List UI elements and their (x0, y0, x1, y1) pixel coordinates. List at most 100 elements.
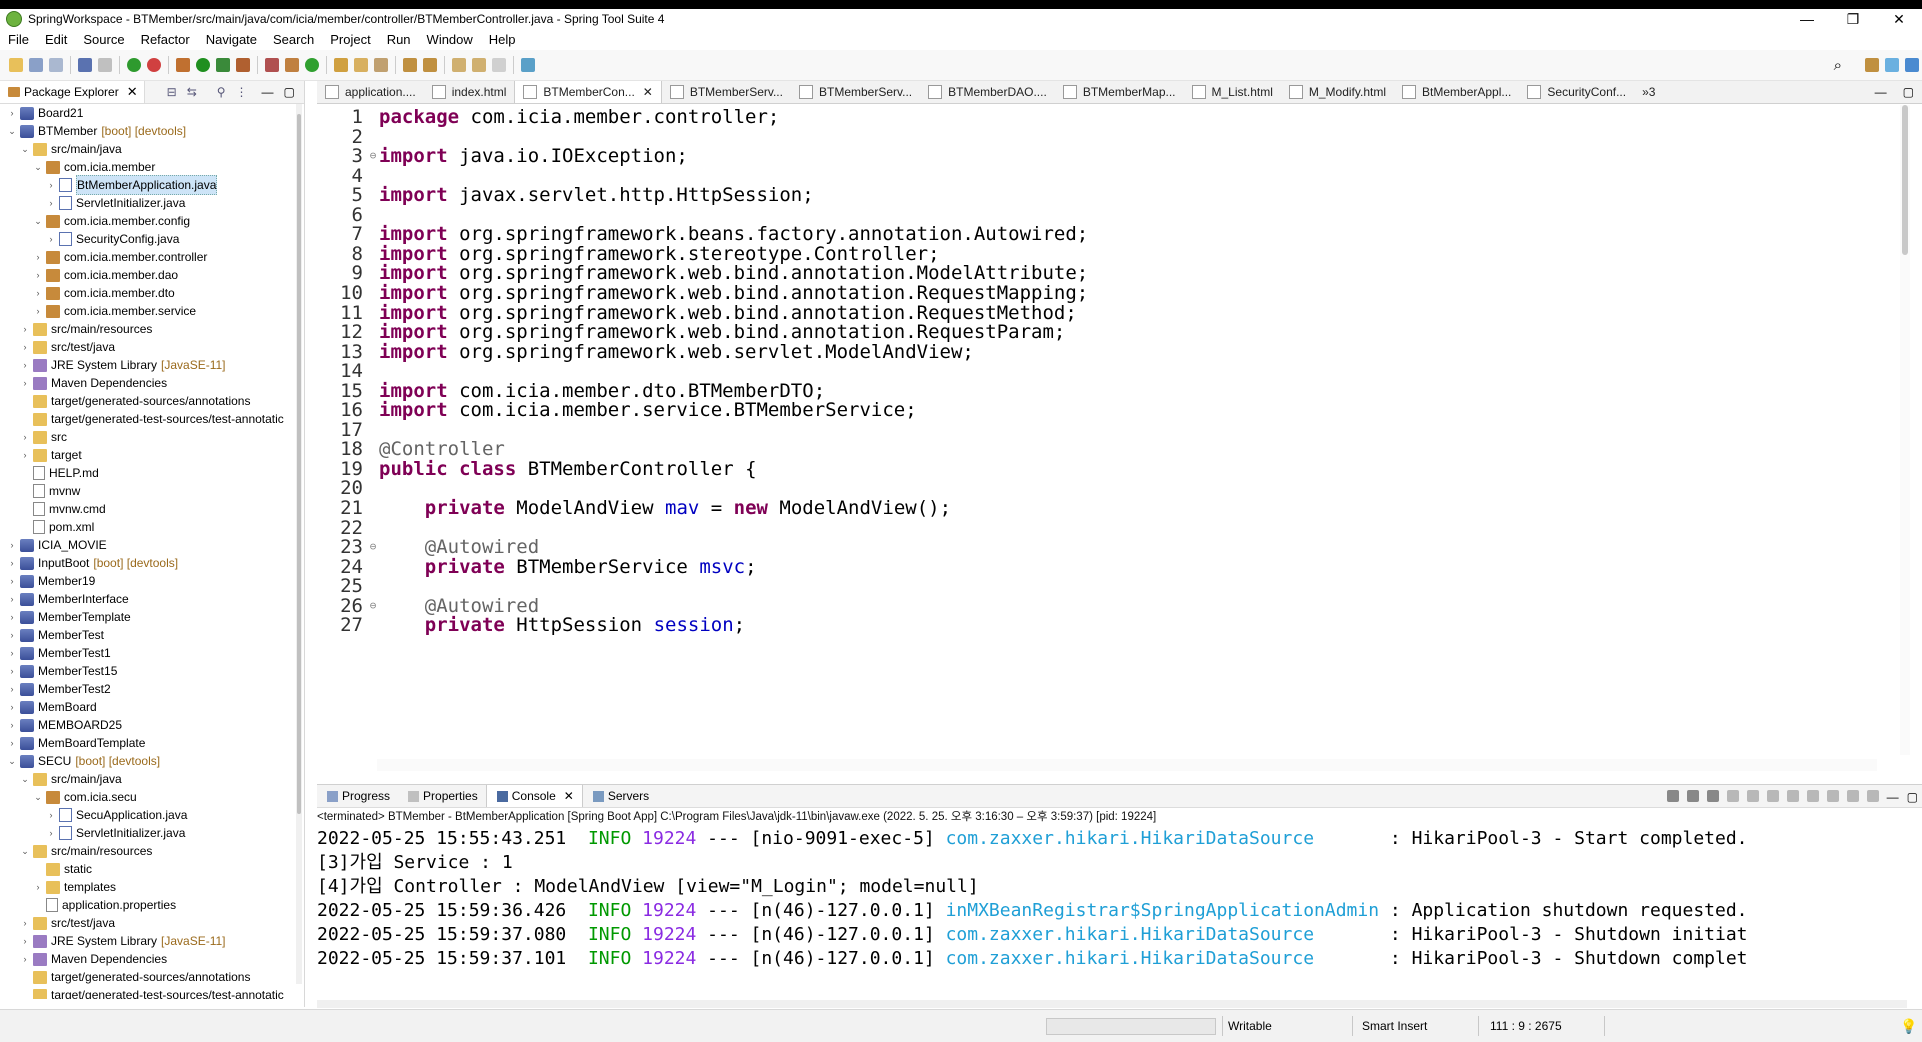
close-button[interactable]: ✕ (1876, 9, 1922, 29)
boot-dashboard-icon[interactable] (127, 58, 141, 72)
chevron-right-icon[interactable]: › (6, 608, 18, 626)
chevron-right-icon[interactable]: › (32, 284, 44, 302)
menu-project[interactable]: Project (322, 32, 378, 47)
chevron-right-icon[interactable]: › (6, 644, 18, 662)
back-icon[interactable] (472, 58, 486, 72)
tree-item[interactable]: › ServletInitializer.java (45, 824, 185, 842)
console-output[interactable]: 2022-05-25 15:55:43.251 INFO 19224 --- [… (317, 827, 1907, 977)
chevron-down-icon[interactable]: ⌄ (19, 140, 31, 158)
new-project-icon[interactable] (265, 58, 279, 72)
package-explorer-tab[interactable]: Package Explorer ✕ (0, 81, 145, 103)
close-icon[interactable]: ✕ (564, 789, 574, 803)
coverage-icon[interactable] (216, 58, 230, 72)
maximize-view-icon[interactable]: ▢ (1907, 790, 1918, 804)
chevron-right-icon[interactable]: › (19, 932, 31, 950)
editor-tab[interactable]: BtMemberAppl... (1394, 81, 1519, 103)
tree-item[interactable]: › Maven Dependencies (19, 374, 168, 392)
chevron-right-icon[interactable]: › (45, 194, 57, 212)
pin-console-icon[interactable] (1786, 790, 1799, 802)
link-with-editor-icon[interactable]: ⇆ (187, 85, 197, 99)
chevron-right-icon[interactable]: › (19, 338, 31, 356)
chevron-right-icon[interactable]: › (19, 320, 31, 338)
chevron-down-icon[interactable]: ⌄ (19, 842, 31, 860)
tree-item[interactable]: ⌄ BTMember [boot] [devtools] (6, 122, 186, 140)
chevron-right-icon[interactable]: › (45, 230, 57, 248)
tree-item[interactable]: › MemberTest2 (6, 680, 111, 698)
open-type-icon[interactable] (285, 58, 299, 72)
chevron-right-icon[interactable]: › (19, 428, 31, 446)
tree-item[interactable]: › com.icia.member.dao (32, 266, 179, 284)
tree-item[interactable]: › ServletInitializer.java (45, 194, 185, 212)
new-class-icon[interactable] (305, 58, 319, 72)
view-menu-icon[interactable]: ⋮ (236, 85, 248, 99)
chevron-right-icon[interactable]: › (6, 662, 18, 680)
external-tools-icon[interactable] (236, 58, 250, 72)
stop-icon[interactable] (147, 58, 161, 72)
open-perspective-icon[interactable] (1865, 58, 1879, 72)
tree-item[interactable]: › MemBoardTemplate (6, 734, 146, 752)
tree-item[interactable]: ⌄ com.icia.member.config (32, 212, 190, 230)
scroll-lock-icon[interactable] (1746, 790, 1759, 802)
chevron-right-icon[interactable]: › (32, 266, 44, 284)
editor-horizontal-scrollbar[interactable] (377, 759, 1877, 771)
chevron-down-icon[interactable]: ⌄ (6, 752, 18, 770)
tree-item[interactable]: › SecurityConfig.java (45, 230, 179, 248)
tree-item[interactable]: › JRE System Library [JavaSE-11] (19, 932, 226, 950)
maximize-button[interactable]: ❐ (1830, 9, 1876, 29)
menu-help[interactable]: Help (481, 32, 524, 47)
close-icon[interactable]: ✕ (127, 84, 138, 100)
tree-item[interactable]: ⌄ com.icia.secu (32, 788, 136, 806)
tree-item[interactable]: › templates (32, 878, 117, 896)
menu-search[interactable]: Search (265, 32, 322, 47)
tab-properties[interactable]: Properties (398, 785, 486, 807)
tree-item[interactable]: › ICIA_MOVIE (6, 536, 107, 554)
terminal-icon[interactable] (78, 58, 92, 72)
editor-tab[interactable]: application.... (317, 81, 424, 103)
menu-source[interactable]: Source (75, 32, 132, 47)
chevron-right-icon[interactable]: › (19, 914, 31, 932)
tree-item[interactable]: › JRE System Library [JavaSE-11] (19, 356, 226, 374)
editor-tab[interactable]: BTMemberServ... (662, 81, 791, 103)
chevron-right-icon[interactable]: › (19, 950, 31, 968)
tab-overflow-button[interactable]: »3 (1634, 81, 1663, 103)
console-horizontal-scrollbar[interactable] (317, 1000, 1907, 1008)
chevron-right-icon[interactable]: › (45, 176, 57, 194)
tree-item[interactable]: › SecuApplication.java (45, 806, 187, 824)
package-tree-scrollbar[interactable] (296, 104, 302, 984)
scrollbar-thumb[interactable] (297, 114, 301, 814)
tree-item[interactable]: › BtMemberApplication.java (45, 175, 218, 195)
tree-item[interactable]: › com.icia.member.service (32, 302, 197, 320)
tree-item[interactable]: static (32, 860, 92, 878)
tree-item[interactable]: › MemberInterface (6, 590, 129, 608)
menu-window[interactable]: Window (419, 32, 481, 47)
menu-edit[interactable]: Edit (37, 32, 75, 47)
chevron-right-icon[interactable]: › (6, 554, 18, 572)
console-segment[interactable]: inMXBeanRegistrar$SpringApplicationAdmin (946, 900, 1379, 921)
tree-item[interactable]: › src/main/resources (19, 320, 153, 338)
terminate-icon[interactable] (1666, 790, 1679, 802)
tree-item[interactable]: › MEMBOARD25 (6, 716, 123, 734)
tree-item[interactable]: › com.icia.member.dto (32, 284, 175, 302)
chevron-down-icon[interactable]: ⌄ (32, 788, 44, 806)
editor-tab[interactable]: index.html (424, 81, 515, 103)
tree-item[interactable]: › MemberTemplate (6, 608, 131, 626)
code-area[interactable]: 1 package com.icia.member.controller; 2 3 ⊖ i… (317, 105, 1897, 755)
editor-tab[interactable]: BTMemberMap... (1055, 81, 1184, 103)
open-folder-icon[interactable] (334, 58, 348, 72)
tree-item[interactable]: › src (19, 428, 68, 446)
collapse-all-icon[interactable]: ⊟ (167, 85, 177, 99)
skip-breakpoints-icon[interactable] (98, 58, 112, 72)
editor-tab[interactable]: BTMemberDAO.... (920, 81, 1055, 103)
minimize-view-icon[interactable]: — (1875, 85, 1887, 99)
editor-tab[interactable]: BTMemberCon... ✕ (514, 81, 662, 103)
minimize-button[interactable]: — (1784, 9, 1830, 29)
search-icon[interactable] (374, 58, 388, 72)
tree-item[interactable]: target/generated-test-sources/test-annot… (19, 986, 284, 999)
tree-item[interactable]: ⌄ com.icia.member (32, 158, 155, 176)
close-icon[interactable]: ✕ (643, 85, 653, 99)
tree-item[interactable]: mvnw (19, 482, 80, 500)
editor-tab[interactable]: M_List.html (1184, 81, 1281, 103)
console-segment[interactable]: com.zaxxer.hikari.HikariDataSource (946, 948, 1379, 969)
tree-item[interactable]: ⌄ src/main/java (19, 770, 121, 788)
remove-launch-icon[interactable] (1686, 790, 1699, 802)
